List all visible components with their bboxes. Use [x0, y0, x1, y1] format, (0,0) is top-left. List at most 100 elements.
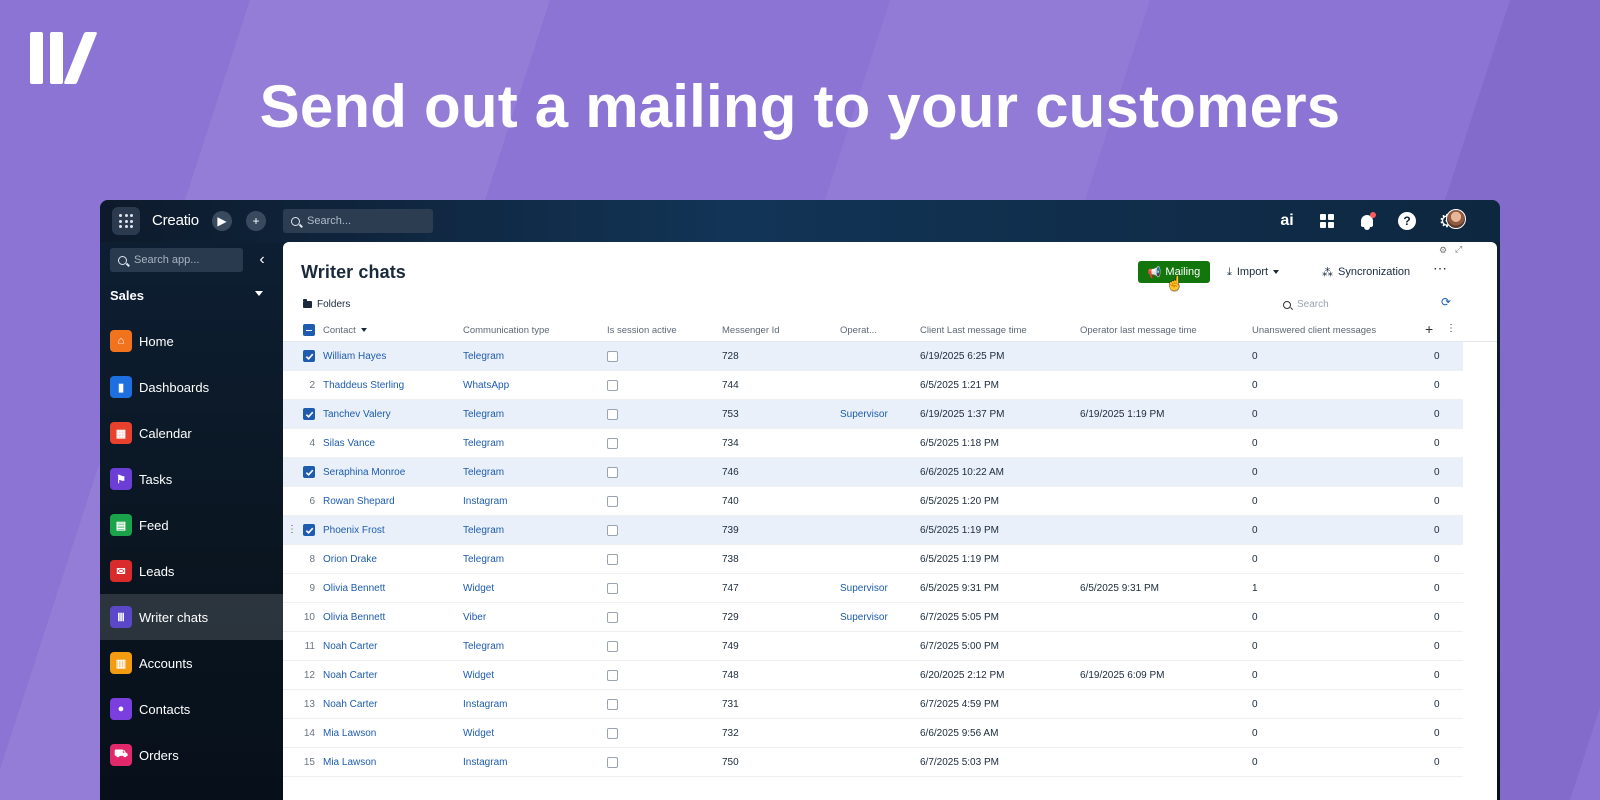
table-row[interactable]: 6 Rowan Shepard Instagram 740 6/5/2025 1:20 …: [283, 487, 1463, 516]
communication-type-cell[interactable]: Viber: [463, 612, 486, 623]
row-checkbox[interactable]: [303, 524, 315, 536]
grid-search-input[interactable]: Search: [1283, 299, 1329, 310]
table-row[interactable]: 8 Orion Drake Telegram 738 6/5/2025 1:19 PM 0…: [283, 545, 1463, 574]
communication-type-cell[interactable]: Widget: [463, 728, 494, 739]
operator-cell[interactable]: Supervisor: [840, 612, 888, 623]
contact-cell[interactable]: Noah Carter: [323, 670, 377, 681]
communication-type-cell[interactable]: Widget: [463, 670, 494, 681]
table-row[interactable]: 12 Noah Carter Widget 748 6/20/2025 2:12 PM 6…: [283, 661, 1463, 690]
select-all-checkbox[interactable]: [303, 324, 315, 336]
communication-type-cell[interactable]: Instagram: [463, 757, 507, 768]
table-row[interactable]: 14 Mia Lawson Widget 732 6/6/2025 9:56 AM 0 0: [283, 719, 1463, 748]
communication-type-cell[interactable]: Telegram: [463, 438, 504, 449]
is-session-active-checkbox[interactable]: [607, 728, 618, 739]
is-session-active-checkbox[interactable]: [607, 757, 618, 768]
sidebar-item-leads[interactable]: ✉ Leads: [100, 548, 283, 594]
app-search-input[interactable]: Search app...: [110, 248, 243, 272]
communication-type-cell[interactable]: Telegram: [463, 554, 504, 565]
table-row[interactable]: 15 Mia Lawson Instagram 750 6/7/2025 5:03 PM…: [283, 748, 1463, 777]
contact-cell[interactable]: Silas Vance: [323, 438, 375, 449]
sidebar-item-feed[interactable]: ▤ Feed: [100, 502, 283, 548]
apps-icon[interactable]: [1316, 210, 1338, 232]
is-session-active-checkbox[interactable]: [607, 438, 618, 449]
sidebar-item-calendar[interactable]: ▦ Calendar: [100, 410, 283, 456]
column-header-client-last-message-time[interactable]: Client Last message time: [920, 325, 1027, 336]
contact-cell[interactable]: Olivia Bennett: [323, 583, 385, 594]
operator-cell[interactable]: Supervisor: [840, 583, 888, 594]
is-session-active-checkbox[interactable]: [607, 380, 618, 391]
section-title[interactable]: Sales: [110, 288, 144, 303]
more-actions-button[interactable]: ⋯: [1433, 260, 1448, 277]
global-search-input[interactable]: Search...: [283, 209, 433, 233]
chevron-down-icon[interactable]: [255, 291, 263, 296]
is-session-active-checkbox[interactable]: [607, 612, 618, 623]
is-session-active-checkbox[interactable]: [607, 641, 618, 652]
is-session-active-checkbox[interactable]: [607, 699, 618, 710]
contact-cell[interactable]: Orion Drake: [323, 554, 377, 565]
contact-cell[interactable]: Thaddeus Sterling: [323, 380, 404, 391]
contact-cell[interactable]: Tanchev Valery: [323, 409, 391, 420]
is-session-active-checkbox[interactable]: [607, 554, 618, 565]
contact-cell[interactable]: Noah Carter: [323, 641, 377, 652]
table-row[interactable]: Tanchev Valery Telegram 753 Supervisor 6/19/…: [283, 400, 1463, 429]
import-button[interactable]: ⤓ Import: [1227, 263, 1280, 281]
syncronization-button[interactable]: ⁂ Syncronization: [1322, 263, 1410, 281]
ai-icon[interactable]: ai: [1276, 210, 1298, 232]
contact-cell[interactable]: William Hayes: [323, 351, 386, 362]
row-checkbox[interactable]: [303, 408, 315, 420]
communication-type-cell[interactable]: Telegram: [463, 525, 504, 536]
column-header-contact[interactable]: Contact: [323, 325, 367, 336]
create-button[interactable]: +: [246, 211, 266, 231]
row-checkbox[interactable]: [303, 350, 315, 362]
column-header-is-session-active[interactable]: Is session active: [607, 325, 677, 336]
column-header-communication-type[interactable]: Communication type: [463, 325, 550, 336]
sidebar-item-home[interactable]: ⌂ Home: [100, 318, 283, 364]
communication-type-cell[interactable]: Widget: [463, 583, 494, 594]
sidebar-item-writer-chats[interactable]: Ⅲ Writer chats: [100, 594, 283, 640]
communication-type-cell[interactable]: Telegram: [463, 641, 504, 652]
contact-cell[interactable]: Noah Carter: [323, 699, 377, 710]
refresh-icon[interactable]: ⟳: [1441, 295, 1451, 309]
communication-type-cell[interactable]: Instagram: [463, 496, 507, 507]
app-launcher-button[interactable]: [112, 207, 140, 235]
column-options-icon[interactable]: ⋮: [1446, 323, 1456, 334]
sidebar-item-orders[interactable]: ⛟ Orders: [100, 732, 283, 778]
column-header-unanswered-client-messages[interactable]: Unanswered client messages: [1252, 325, 1376, 336]
expand-icon[interactable]: ⤢: [1455, 244, 1462, 255]
is-session-active-checkbox[interactable]: [607, 583, 618, 594]
contact-cell[interactable]: Olivia Bennett: [323, 612, 385, 623]
avatar[interactable]: [1446, 209, 1466, 229]
bell-icon[interactable]: [1356, 210, 1378, 232]
communication-type-cell[interactable]: WhatsApp: [463, 380, 509, 391]
column-header-operator[interactable]: Operat...: [840, 325, 877, 336]
sidebar-item-tasks[interactable]: ⚑ Tasks: [100, 456, 283, 502]
contact-cell[interactable]: Phoenix Frost: [323, 525, 385, 536]
column-header-messenger-id[interactable]: Messenger Id: [722, 325, 780, 336]
table-row[interactable]: 13 Noah Carter Instagram 731 6/7/2025 4:59 P…: [283, 690, 1463, 719]
is-session-active-checkbox[interactable]: [607, 525, 618, 536]
communication-type-cell[interactable]: Telegram: [463, 467, 504, 478]
communication-type-cell[interactable]: Telegram: [463, 351, 504, 362]
help-icon[interactable]: ?: [1396, 210, 1418, 232]
add-column-button[interactable]: +: [1425, 321, 1433, 337]
sidebar-item-contacts[interactable]: ● Contacts: [100, 686, 283, 732]
communication-type-cell[interactable]: Instagram: [463, 699, 507, 710]
is-session-active-checkbox[interactable]: [607, 351, 618, 362]
contact-cell[interactable]: Mia Lawson: [323, 757, 376, 768]
folders-button[interactable]: Folders: [303, 299, 350, 310]
contact-cell[interactable]: Mia Lawson: [323, 728, 376, 739]
table-row[interactable]: 4 Silas Vance Telegram 734 6/5/2025 1:18 PM 0…: [283, 429, 1463, 458]
communication-type-cell[interactable]: Telegram: [463, 409, 504, 420]
table-row[interactable]: Seraphina Monroe Telegram 746 6/6/2025 10:2…: [283, 458, 1463, 487]
is-session-active-checkbox[interactable]: [607, 496, 618, 507]
is-session-active-checkbox[interactable]: [607, 670, 618, 681]
is-session-active-checkbox[interactable]: [607, 409, 618, 420]
table-row[interactable]: 11 Noah Carter Telegram 749 6/7/2025 5:00 PM…: [283, 632, 1463, 661]
is-session-active-checkbox[interactable]: [607, 467, 618, 478]
table-row[interactable]: 9 Olivia Bennett Widget 747 Supervisor 6/5/20…: [283, 574, 1463, 603]
table-row[interactable]: 2 Thaddeus Sterling WhatsApp 744 6/5/2025 1:…: [283, 371, 1463, 400]
sidebar-item-dashboards[interactable]: ▮ Dashboards: [100, 364, 283, 410]
operator-cell[interactable]: Supervisor: [840, 409, 888, 420]
row-drag-handle-icon[interactable]: ⋮: [287, 524, 297, 535]
row-checkbox[interactable]: [303, 466, 315, 478]
